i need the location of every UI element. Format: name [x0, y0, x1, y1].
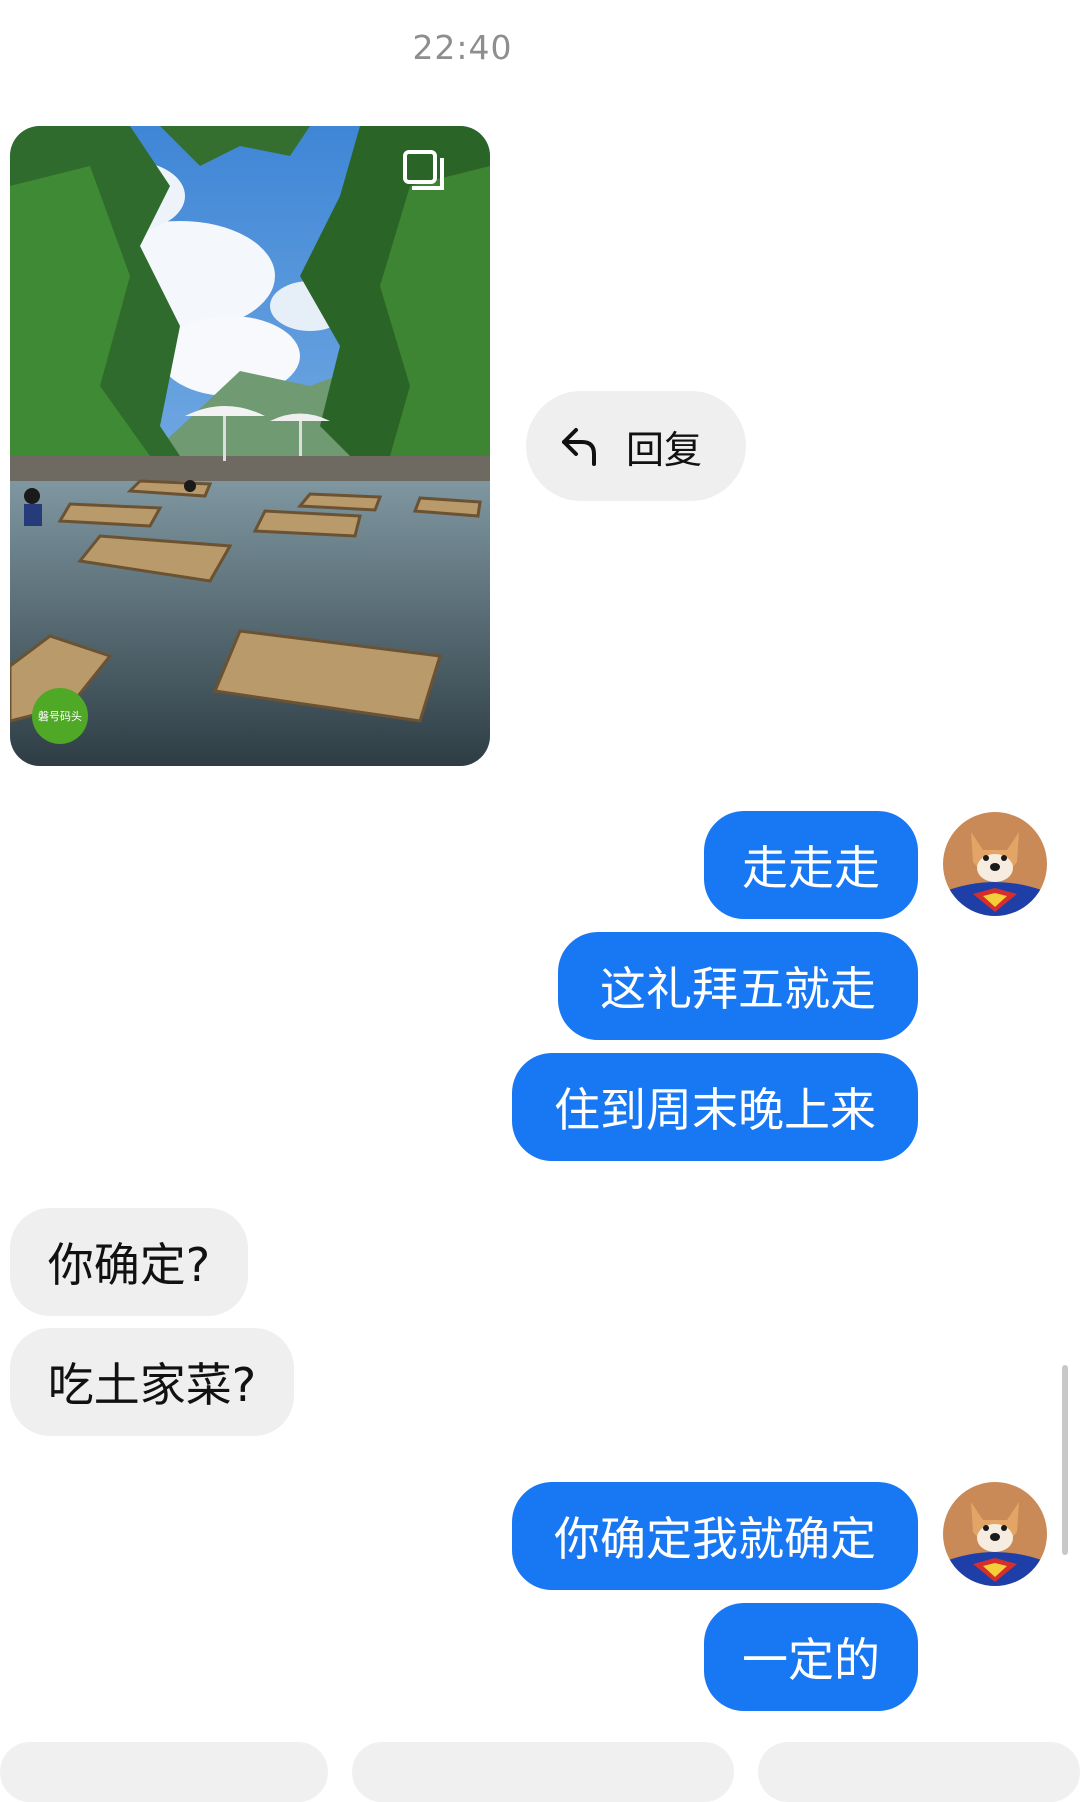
message-bubble-outgoing[interactable]: 你确定我就确定	[512, 1482, 918, 1590]
quick-reply-chip[interactable]	[758, 1742, 1080, 1802]
shared-photo[interactable]: 磐号码头	[10, 126, 490, 766]
message-bubble-outgoing[interactable]: 一定的	[704, 1603, 918, 1711]
reply-label: 回复	[626, 427, 703, 472]
quick-reply-chip[interactable]	[352, 1742, 734, 1802]
message-bubble-outgoing[interactable]: 住到周末晚上来	[512, 1053, 918, 1161]
avatar[interactable]	[943, 1482, 1047, 1586]
timestamp: 22:40	[412, 28, 513, 67]
message-bubble-outgoing[interactable]: 走走走	[704, 811, 918, 919]
message-bubble-incoming[interactable]: 你确定?	[10, 1208, 248, 1316]
reply-button[interactable]: 回复	[526, 391, 746, 501]
avatar[interactable]	[943, 812, 1047, 916]
message-bubble-incoming[interactable]: 吃土家菜?	[10, 1328, 294, 1436]
logo-badge-text: 磐号码头	[38, 709, 82, 723]
scrollbar[interactable]	[1062, 1365, 1068, 1555]
quick-reply-chip[interactable]	[0, 1742, 328, 1802]
reply-arrow-icon	[562, 428, 596, 466]
message-bubble-outgoing[interactable]: 这礼拜五就走	[558, 932, 918, 1040]
